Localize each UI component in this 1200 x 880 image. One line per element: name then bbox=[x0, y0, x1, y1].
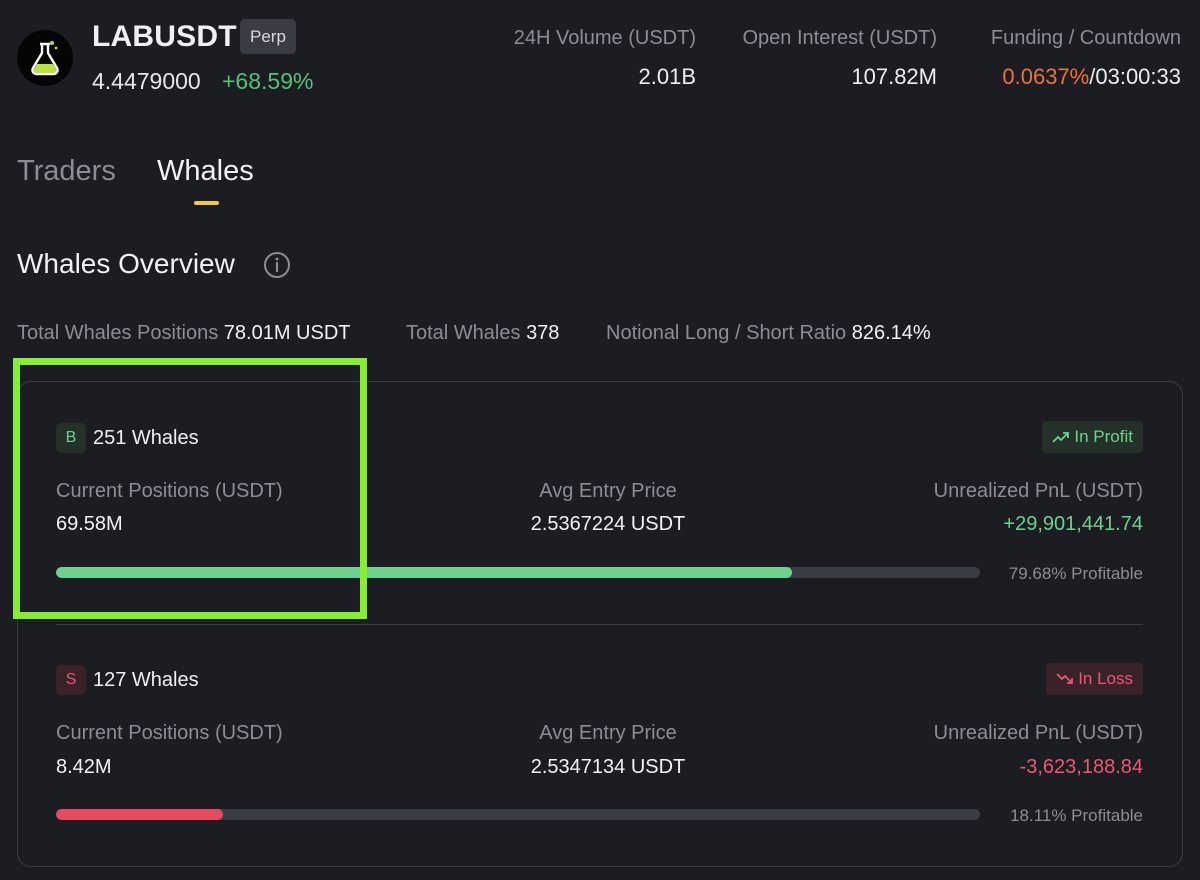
last-price: 4.4479000 bbox=[92, 68, 201, 94]
flask-icon bbox=[31, 41, 59, 76]
volume-stat: 24H Volume (USDT) 2.01B bbox=[514, 27, 696, 90]
funding-rate: 0.0637% bbox=[1002, 64, 1090, 89]
page: LABUSDT Perp 4.4479000 +68.59% 24H Volum… bbox=[0, 0, 1200, 880]
funding-stat: Funding / Countdown 0.0637%/03:00:33 bbox=[991, 27, 1181, 90]
long-entry-label: Avg Entry Price bbox=[539, 480, 677, 502]
short-positions-value: 8.42M bbox=[56, 756, 112, 778]
long-profitable-bar bbox=[56, 567, 980, 578]
short-entry-label: Avg Entry Price bbox=[539, 722, 677, 744]
funding-label: Funding / Countdown bbox=[990, 27, 1181, 49]
funding-value: 0.0637%/03:00:33 bbox=[991, 64, 1181, 90]
long-short-ratio-label: Notional Long / Short Ratio bbox=[606, 322, 847, 344]
total-whale-positions: Total Whales Positions 78.01M USDT bbox=[17, 322, 350, 345]
long-positions-label: Current Positions (USDT) bbox=[56, 480, 283, 502]
trending-down-icon bbox=[1056, 673, 1074, 684]
volume-label: 24H Volume (USDT) bbox=[513, 27, 696, 49]
sell-side-icon: S bbox=[56, 665, 86, 695]
price-change: +68.59% bbox=[222, 68, 314, 94]
long-profitable-fill bbox=[56, 567, 793, 578]
tab-traders[interactable]: Traders bbox=[17, 155, 116, 188]
short-entry-value: 2.5347134 USDT bbox=[530, 756, 686, 778]
long-short-ratio-value: 826.14% bbox=[851, 322, 931, 344]
info-icon[interactable] bbox=[263, 251, 291, 279]
long-entry-value: 2.5367224 USDT bbox=[530, 513, 686, 535]
volume-value: 2.01B bbox=[638, 64, 697, 89]
side-divider bbox=[56, 624, 1143, 625]
buy-side-icon: B bbox=[56, 423, 86, 453]
total-whales-value: 378 bbox=[526, 322, 560, 344]
active-tab-indicator bbox=[194, 201, 219, 205]
tab-whales[interactable]: Whales bbox=[157, 155, 254, 188]
long-pnl-value: +29,901,441.74 bbox=[1003, 513, 1143, 535]
token-logo bbox=[17, 30, 73, 86]
long-profitable-text: 79.68% Profitable bbox=[1008, 564, 1143, 583]
in-loss-label: In Loss bbox=[1078, 669, 1133, 688]
total-whale-positions-label: Total Whales Positions bbox=[17, 322, 219, 344]
short-positions-label: Current Positions (USDT) bbox=[56, 722, 283, 744]
in-profit-badge: In Profit bbox=[1042, 421, 1143, 453]
total-whales-label: Total Whales bbox=[406, 322, 521, 344]
short-profitable-fill bbox=[56, 809, 224, 820]
trending-up-icon bbox=[1052, 432, 1070, 443]
short-pnl-label: Unrealized PnL (USDT) bbox=[933, 722, 1143, 744]
short-whale-count: 127 Whales bbox=[93, 669, 199, 691]
total-whale-positions-value: 78.01M USDT bbox=[223, 322, 351, 344]
long-pnl-label: Unrealized PnL (USDT) bbox=[933, 480, 1143, 502]
symbol-name: LABUSDT bbox=[92, 20, 237, 53]
open-interest-value: 107.82M bbox=[851, 64, 937, 89]
in-profit-label: In Profit bbox=[1074, 427, 1133, 446]
funding-countdown: 03:00:33 bbox=[1095, 64, 1181, 89]
short-profitable-text: 18.11% Profitable bbox=[1010, 806, 1143, 825]
short-profitable-bar bbox=[56, 809, 980, 820]
whales-overview-title: Whales Overview bbox=[17, 248, 235, 279]
long-short-ratio: Notional Long / Short Ratio 826.14% bbox=[606, 322, 931, 345]
in-loss-badge: In Loss bbox=[1046, 663, 1143, 695]
open-interest-stat: Open Interest (USDT) 107.82M bbox=[742, 27, 937, 90]
open-interest-label: Open Interest (USDT) bbox=[742, 27, 937, 49]
long-whale-count: 251 Whales bbox=[93, 427, 199, 449]
contract-type-badge: Perp bbox=[240, 19, 296, 54]
long-positions-value: 69.58M bbox=[56, 513, 123, 535]
total-whales: Total Whales 378 bbox=[406, 322, 559, 345]
short-pnl-value: -3,623,188.84 bbox=[1019, 756, 1143, 778]
